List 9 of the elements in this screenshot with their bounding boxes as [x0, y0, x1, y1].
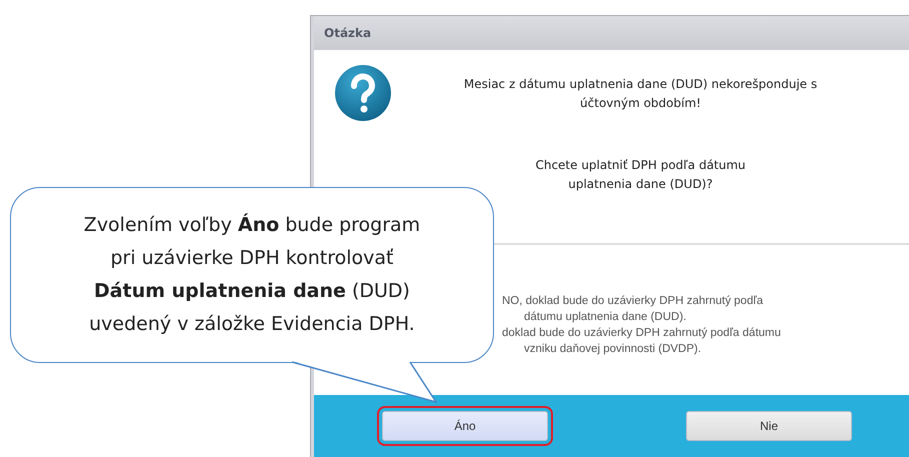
- note-text: doklad bude do uzávierky DPH zahrnutý podľa dátumu vzniku daňovej povinnosti (DVDP).: [502, 326, 782, 357]
- note-text: NO, doklad bude do uzávierky DPH zahrnutý podľa dátumu uplatnenia dane (DUD).: [502, 294, 764, 325]
- decline-button[interactable]: Nie: [686, 411, 852, 441]
- callout-text: Zvolením voľby Áno bude program pri uzávierke DPH kontrolovať Dátum uplatnenia dane (DUD) uvedený v záložke Evidencia DPH.: [84, 212, 420, 337]
- window-title: Otázka: [314, 16, 909, 50]
- question-icon: [334, 64, 392, 122]
- question-text: Chcete uplatniť DPH podľa dátumu uplatnenia dane (DUD)?: [535, 157, 746, 193]
- confirm-button[interactable]: Áno: [382, 411, 548, 441]
- message-text: Mesiac z dátumu uplatnenia dane (DUD) nekorešponduje s účtovným obdobím!: [464, 76, 818, 112]
